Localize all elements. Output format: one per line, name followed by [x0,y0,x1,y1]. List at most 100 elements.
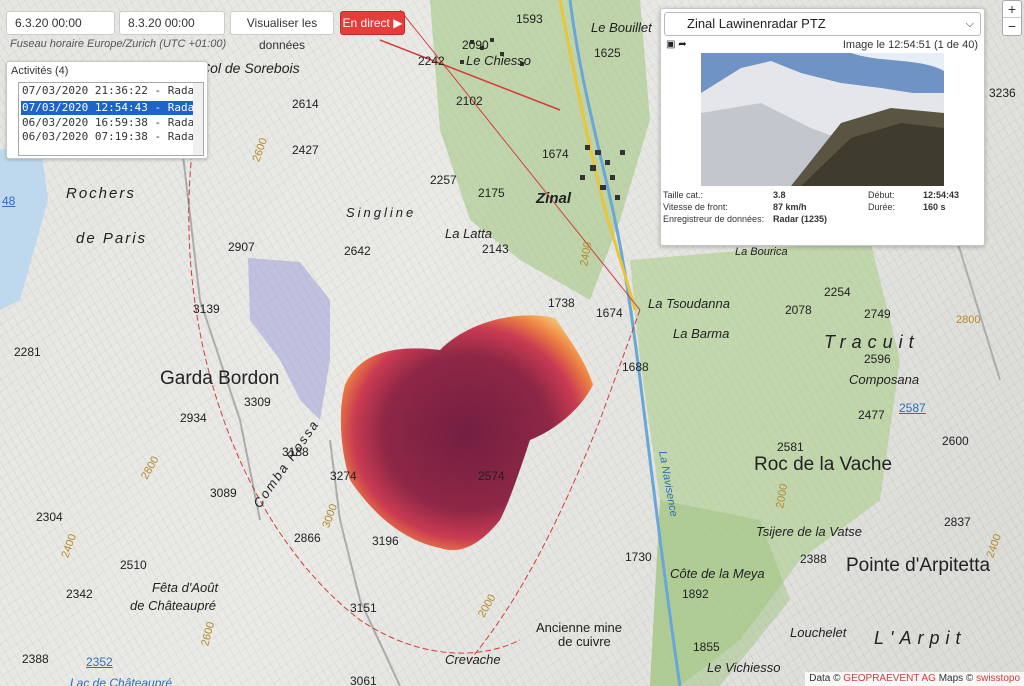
spot-height: 1593 [516,12,543,26]
spot-height: 3151 [350,601,377,615]
map-label-de-paris: de Paris [76,230,148,247]
spot-height: 2642 [344,244,371,258]
map-label-roc-de-la-vache: Roc de la Vache [754,454,893,475]
map-label-garda-bordon: Garda Bordon [160,368,280,389]
image-icon[interactable]: ▣ [666,39,675,50]
map-attribution: Data © GEOPRAEVENT AG Maps © swisstopo [805,672,1024,686]
map-label-feta-aout: Fêta d'Août [152,580,219,595]
lake-number: 2587 [899,401,926,415]
attribution-prefix: Data © [809,673,841,684]
spot-height: 1738 [548,296,575,310]
map-label-le-bouillet: Le Bouillet [591,20,652,35]
map-label-tracuit: Tracuit [824,332,920,352]
camera-image-svg [701,53,944,186]
map-label-col-sorebois: Col de Sorebois [200,60,300,76]
spot-height: 3188 [282,445,309,459]
start-date-input[interactable]: 6.3.20 00:00 [6,11,115,35]
activities-title: Activités (4) [11,65,69,77]
recorder-label: Enregistreur de données: [663,214,765,224]
spot-height: 2600 [942,434,969,448]
info-table: Taille cat.: 3.8 Début: 12:54:43 Vitesse… [663,190,983,226]
contour-label: 2800 [956,314,981,326]
map-label-le-chiesso: Le Chiesso [466,53,532,68]
map-label-tsijere: Tsijere de la Vatse [756,524,862,539]
spot-height: 3309 [244,395,271,409]
map-label-pointe-arpitetta: Pointe d'Arpitetta [846,555,991,576]
camera-image[interactable] [701,53,944,186]
spot-height: 2388 [22,652,49,666]
map-label-ancienne-mine: Ancienne mine [536,620,622,635]
avalanche-heatmap [340,315,593,551]
image-counter: Image le 12:54:51 (1 de 40) [842,39,978,51]
map-label-cote-meya: Côte de la Meya [670,566,765,581]
lake-number: 48 [2,194,16,208]
radar-select-value: Zinal Lawinenradar PTZ [687,16,826,31]
map-label-zinal: Zinal [536,190,572,207]
spot-height: 2254 [824,285,851,299]
image-toolbar: ▣ ➦ [666,39,687,50]
timezone-label: Fuseau horaire Europe/Zurich (UTC +01:00… [10,38,227,50]
spot-height: 2837 [944,515,971,529]
duration-value: 160 s [923,202,946,212]
map-label-crevache: Crevache [445,652,501,667]
start-value: 12:54:43 [923,190,960,200]
spot-height: 2090 [462,38,489,52]
duration-label: Durée: [868,202,896,212]
size-label: Taille cat.: [663,190,704,200]
map-label-la-tsoudanna: La Tsoudanna [648,296,730,311]
attribution-geopraevent-link[interactable]: GEOPRAEVENT AG [843,673,936,684]
show-data-button[interactable]: Visualiser les données [230,11,334,52]
map-label-rochers: Rochers [66,185,136,202]
zoom-control: + − [1002,0,1022,36]
spot-height: 3061 [350,674,377,686]
map-label-singline: Singline [346,205,417,220]
attribution-maps: Maps © [938,673,974,684]
ridge-line-1 [179,129,261,521]
spot-height: 1892 [682,587,709,601]
spot-height: 2477 [858,408,885,422]
spot-height: 2175 [478,186,505,200]
activities-scrollbar[interactable] [193,83,203,155]
spot-height: 2143 [482,242,509,256]
spot-height: 3139 [193,302,220,316]
map-label-composana: Composana [849,372,920,387]
zoom-out-button[interactable]: − [1003,17,1021,34]
activity-item-selected[interactable]: 07/03/2020 12:54:43 - Radar [21,101,201,115]
spot-height: 1674 [596,306,623,320]
attribution-swisstopo-link[interactable]: swisstopo [976,673,1020,684]
spot-height: 3274 [330,469,357,483]
map-label-de-chateaupre: de Châteaupré [130,598,217,613]
spot-height: 2749 [864,307,891,321]
map-label-lac-chateaupre: Lac de Châteaupré [70,676,173,686]
end-date-input[interactable]: 8.3.20 00:00 [119,11,225,35]
spot-height: 3196 [372,534,399,548]
lake-area [0,140,48,310]
spot-height: 2304 [36,510,63,524]
spot-height: 2257 [430,173,457,187]
spot-height: 1855 [693,640,720,654]
map-label-de-cuivre: de cuivre [558,634,611,649]
spot-height: 2596 [864,352,891,366]
spot-height: 2342 [66,587,93,601]
lake-number: 2352 [86,655,113,669]
activities-list[interactable]: 07/03/2020 21:36:22 - Radar 07/03/2020 1… [18,82,204,156]
spot-height: 2581 [777,440,804,454]
share-icon[interactable]: ➦ [678,39,686,50]
spot-height: 2907 [228,240,255,254]
map-label-le-vichiesso: Le Vichiesso [707,660,781,675]
spot-height: 2102 [456,94,483,108]
speed-label: Vitesse de front: [663,202,728,212]
map-label-la-latta: La Latta [445,226,492,241]
spot-height: 2510 [120,558,147,572]
zoom-in-button[interactable]: + [1003,1,1021,17]
activity-item[interactable]: 06/03/2020 16:59:38 - Radar [21,116,203,130]
spot-height: 1674 [542,147,569,161]
live-button[interactable]: En direct ▶ [340,11,405,35]
activity-item[interactable]: 07/03/2020 21:36:22 - Radar [21,84,203,98]
start-label: Début: [868,190,895,200]
spot-height: 1730 [625,550,652,564]
radar-select[interactable]: Zinal Lawinenradar PTZ ⌵ [664,12,981,36]
map-label-larpit: L'Arpit [874,628,967,648]
activity-item[interactable]: 06/03/2020 07:19:38 - Radar [21,130,203,144]
spot-height: 2427 [292,143,319,157]
